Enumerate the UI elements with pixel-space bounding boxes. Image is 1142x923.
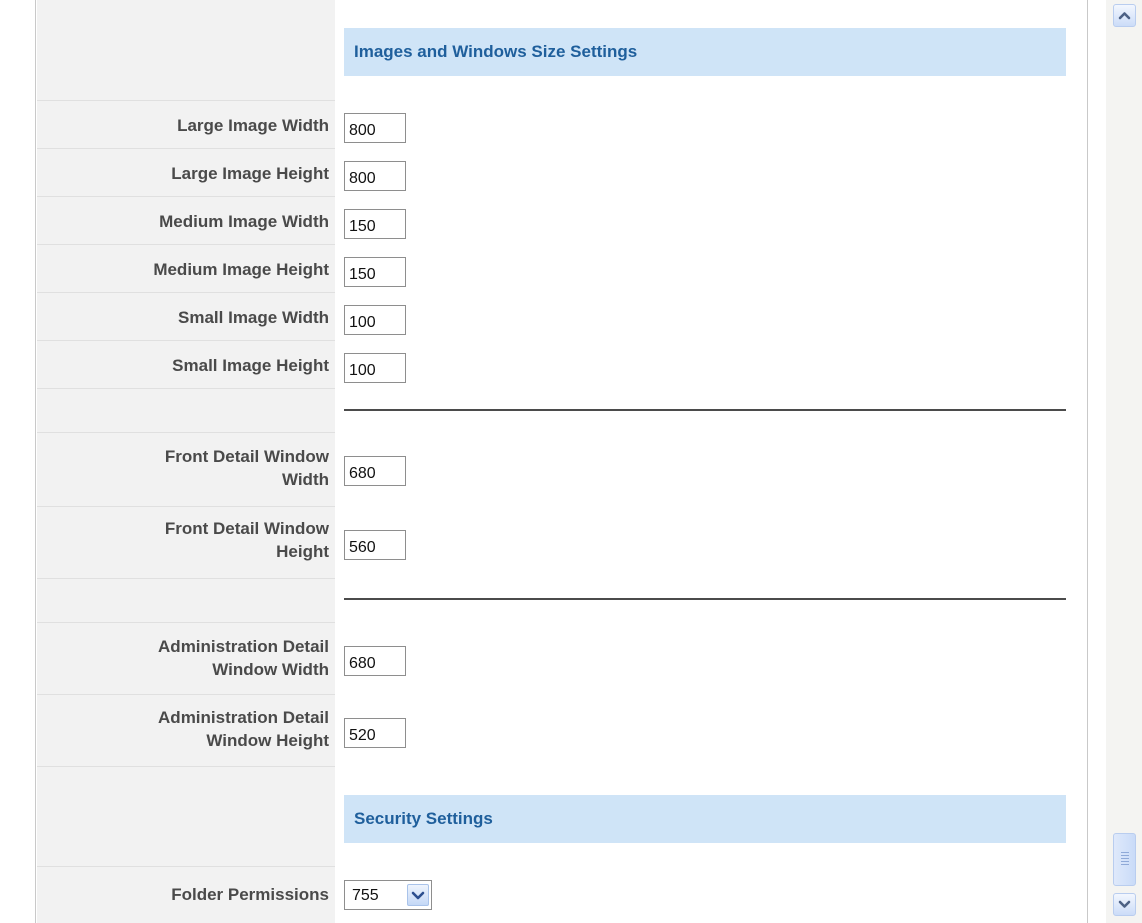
label-line: Administration Detail [158,637,329,656]
large-image-width-label: Large Image Width [177,116,329,135]
small-image-height-input[interactable] [344,353,406,383]
row-separator [37,622,335,623]
row-separator [37,578,335,579]
row-separator [37,694,335,695]
left-border [35,0,36,923]
section-header-security: Security Settings [344,795,1066,843]
medium-image-height-input[interactable] [344,257,406,287]
row-separator [37,100,335,101]
row-separator [37,292,335,293]
medium-image-height-label: Medium Image Height [153,260,329,279]
row-separator [37,866,335,867]
grip-line [1121,861,1129,862]
label-line: Width [281,470,329,489]
front-detail-window-width-label: Front Detail Window Width [37,445,329,491]
front-detail-window-width-input[interactable] [344,456,406,486]
row-separator [37,244,335,245]
folder-permissions-label: Folder Permissions [171,885,329,904]
medium-image-width-input[interactable] [344,209,406,239]
small-image-height-label: Small Image Height [172,356,329,375]
large-image-width-input[interactable] [344,113,406,143]
row-separator [37,766,335,767]
grip-line [1121,852,1129,853]
large-image-height-input[interactable] [344,161,406,191]
admin-detail-window-width-input[interactable] [344,646,406,676]
chevron-up-icon[interactable] [1113,4,1136,27]
vertical-scrollbar[interactable] [1106,0,1142,923]
grip-line [1121,855,1129,856]
admin-detail-window-height-label: Administration Detail Window Height [37,706,329,752]
right-border [1087,0,1088,923]
label-line: Window Width [212,660,329,679]
divider [344,409,1066,411]
chevron-down-icon[interactable] [1113,893,1136,916]
row-separator [37,340,335,341]
section-header-images: Images and Windows Size Settings [344,28,1066,76]
front-detail-window-height-input[interactable] [344,530,406,560]
row-separator [37,148,335,149]
grip-line [1121,864,1129,865]
admin-detail-window-width-label: Administration Detail Window Width [37,635,329,681]
label-line: Window Height [206,731,329,750]
grip-line [1121,858,1129,859]
label-line: Height [276,542,329,561]
scroll-thumb[interactable] [1113,833,1136,886]
front-detail-window-height-label: Front Detail Window Height [37,517,329,563]
divider [344,598,1066,600]
large-image-height-label: Large Image Height [171,164,329,183]
folder-permissions-select[interactable]: 755 [344,880,432,910]
row-separator [37,432,335,433]
chevron-down-icon[interactable] [407,884,429,906]
admin-detail-window-height-input[interactable] [344,718,406,748]
folder-permissions-value: 755 [352,887,379,904]
row-separator [37,388,335,389]
settings-form: Images and Windows Size Settings Large I… [0,0,1106,923]
row-separator [37,506,335,507]
label-line: Administration Detail [158,708,329,727]
row-separator [37,196,335,197]
small-image-width-input[interactable] [344,305,406,335]
label-line: Front Detail Window [164,447,329,466]
small-image-width-label: Small Image Width [178,308,329,327]
label-line: Front Detail Window [164,519,329,538]
medium-image-width-label: Medium Image Width [159,212,329,231]
